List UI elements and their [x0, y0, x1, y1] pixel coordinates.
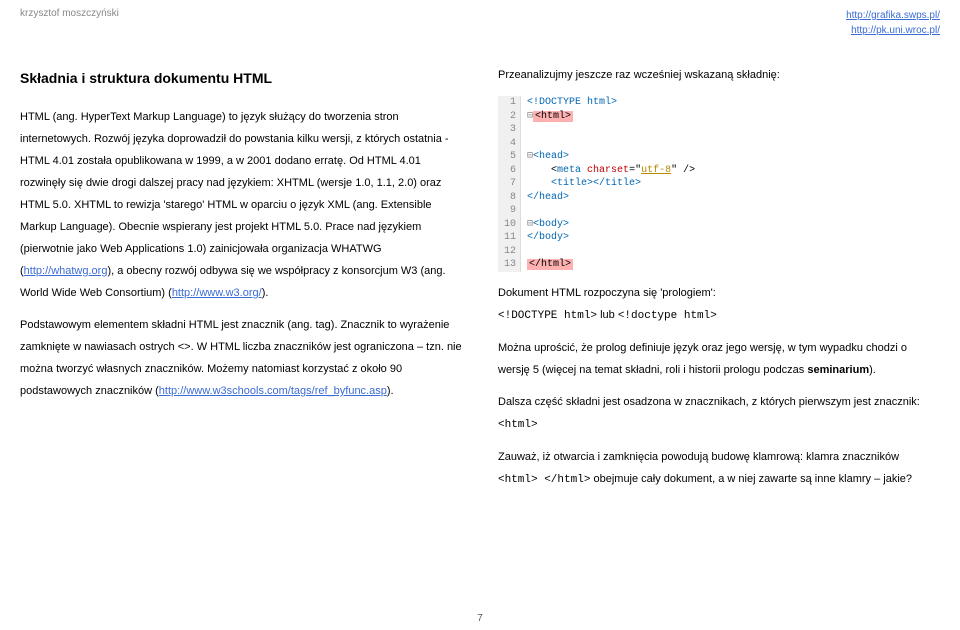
- code-value: utf-8: [641, 165, 671, 176]
- section-title: Składnia i struktura dokumentu HTML: [20, 64, 462, 92]
- code-line-highlight: </html>: [527, 259, 573, 270]
- code-line: " />: [671, 165, 695, 176]
- page-container: krzysztof moszczyński http://grafika.swp…: [0, 0, 960, 501]
- text: obejmuje cały dokument, a w niej zawarte…: [590, 473, 912, 485]
- page-header: krzysztof moszczyński http://grafika.swp…: [20, 8, 940, 38]
- right-paragraph-version: Można uprościć, że prolog definiuje języ…: [498, 337, 940, 381]
- code-line: </body>: [527, 232, 569, 243]
- text: Dalsza część składni jest osadzona w zna…: [498, 396, 920, 408]
- code-block: 1<!DOCTYPE html> 2⊟<html> 3 4 5⊟<head> 6…: [498, 96, 940, 272]
- code-line: <: [527, 165, 557, 176]
- right-paragraph-prolog: Dokument HTML rozpoczyna się 'prologiem'…: [498, 282, 940, 327]
- page-number: 7: [477, 613, 483, 624]
- text: ).: [869, 364, 876, 376]
- right-paragraph-tag: Dalsza część składni jest osadzona w zna…: [498, 391, 940, 436]
- text: ).: [387, 385, 394, 397]
- left-paragraph-1: HTML (ang. HyperText Markup Language) to…: [20, 106, 462, 304]
- text: Zauważ, iż otwarcia i zamknięcia powoduj…: [498, 451, 899, 463]
- inline-code: <html>: [498, 419, 538, 431]
- left-column: Składnia i struktura dokumentu HTML HTML…: [20, 64, 462, 501]
- link-whatwg[interactable]: http://whatwg.org: [24, 265, 108, 277]
- right-intro: Przeanalizujmy jeszcze raz wcześniej wsk…: [498, 64, 940, 86]
- inline-code: <!DOCTYPE html>: [498, 310, 597, 322]
- header-author: krzysztof moszczyński: [20, 8, 119, 38]
- code-attr: charset: [587, 165, 629, 176]
- inline-code: <html> </html>: [498, 474, 590, 486]
- text: Dokument HTML rozpoczyna się 'prologiem'…: [498, 287, 716, 299]
- text: lub: [597, 309, 618, 321]
- text: HTML (ang. HyperText Markup Language) to…: [20, 111, 449, 277]
- left-paragraph-2: Podstawowym elementem składni HTML jest …: [20, 314, 462, 402]
- code-line: <head>: [533, 151, 569, 162]
- code-line: <!DOCTYPE html>: [527, 97, 617, 108]
- header-link-1[interactable]: http://grafika.swps.pl/: [846, 10, 940, 21]
- link-w3schools[interactable]: http://www.w3schools.com/tags/ref_byfunc…: [159, 385, 387, 397]
- header-link-2[interactable]: http://pk.uni.wroc.pl/: [851, 25, 940, 36]
- right-paragraph-nesting: Zauważ, iż otwarcia i zamknięcia powoduj…: [498, 446, 940, 491]
- link-w3[interactable]: http://www.w3.org/: [172, 287, 262, 299]
- code-line: </head>: [527, 192, 569, 203]
- code-line: =": [629, 165, 641, 176]
- code-line-highlight: <html>: [533, 111, 573, 122]
- content-columns: Składnia i struktura dokumentu HTML HTML…: [20, 64, 940, 501]
- text-bold: seminarium: [807, 364, 869, 376]
- header-links: http://grafika.swps.pl/ http://pk.uni.wr…: [846, 8, 940, 38]
- inline-code: <!doctype html>: [618, 310, 717, 322]
- right-column: Przeanalizujmy jeszcze raz wcześniej wsk…: [498, 64, 940, 501]
- code-line: <title></title>: [527, 178, 641, 189]
- code-keyword: meta: [557, 165, 581, 176]
- code-line: <body>: [533, 219, 569, 230]
- text: ).: [262, 287, 269, 299]
